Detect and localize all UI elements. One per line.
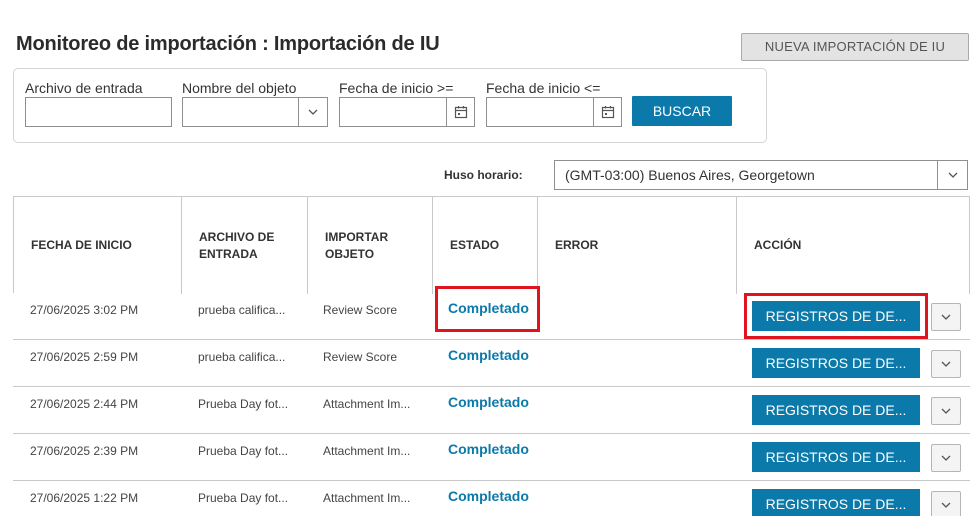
start-date-to-label: Fecha de inicio <= bbox=[486, 80, 601, 96]
view-logs-button[interactable]: REGISTROS DE DE... bbox=[752, 395, 920, 425]
chevron-down-icon[interactable] bbox=[298, 98, 327, 126]
start-date-cell: 27/06/2025 2:39 PM bbox=[30, 444, 139, 458]
table-row: 27/06/2025 2:39 PM Prueba Day fot... Att… bbox=[13, 434, 970, 481]
start-date-from-field[interactable] bbox=[339, 97, 475, 127]
start-date-cell: 27/06/2025 2:44 PM bbox=[30, 397, 139, 411]
column-header-import-object[interactable]: IMPORTAR OBJETO bbox=[308, 197, 433, 294]
import-object-cell: Review Score bbox=[323, 350, 398, 364]
table-row: 27/06/2025 2:44 PM Prueba Day fot... Att… bbox=[13, 387, 970, 434]
row-menu-button[interactable] bbox=[931, 350, 961, 378]
chevron-down-icon bbox=[941, 455, 951, 461]
start-date-from-label: Fecha de inicio >= bbox=[339, 80, 454, 96]
status-cell: Completado bbox=[448, 441, 529, 457]
search-button[interactable]: BUSCAR bbox=[632, 96, 732, 126]
row-menu-button[interactable] bbox=[931, 303, 961, 331]
view-logs-button[interactable]: REGISTROS DE DE... bbox=[752, 489, 920, 516]
timezone-value: (GMT-03:00) Buenos Aires, Georgetown bbox=[565, 167, 815, 183]
view-logs-button[interactable]: REGISTROS DE DE... bbox=[752, 348, 920, 378]
calendar-icon[interactable] bbox=[446, 98, 474, 126]
input-file-cell: Prueba Day fot... bbox=[198, 491, 289, 505]
calendar-icon[interactable] bbox=[593, 98, 621, 126]
row-menu-button[interactable] bbox=[931, 397, 961, 425]
timezone-label: Huso horario: bbox=[444, 168, 523, 182]
import-table: FECHA DE INICIO ARCHIVO DE ENTRADA IMPOR… bbox=[13, 196, 970, 516]
object-name-select[interactable] bbox=[182, 97, 328, 127]
import-object-cell: Attachment Im... bbox=[323, 444, 411, 458]
input-file-cell: prueba califica... bbox=[198, 303, 286, 317]
input-file-label: Archivo de entrada bbox=[25, 80, 143, 96]
table-row: 27/06/2025 2:59 PM prueba califica... Re… bbox=[13, 340, 970, 387]
start-date-cell: 27/06/2025 1:22 PM bbox=[30, 491, 139, 505]
import-object-cell: Review Score bbox=[323, 303, 398, 317]
status-cell: Completado bbox=[448, 488, 529, 504]
column-header-input-file[interactable]: ARCHIVO DE ENTRADA bbox=[182, 197, 308, 294]
start-date-to-field[interactable] bbox=[486, 97, 622, 127]
input-file-cell: prueba califica... bbox=[198, 350, 286, 364]
input-file-cell: Prueba Day fot... bbox=[198, 444, 289, 458]
chevron-down-icon bbox=[941, 314, 951, 320]
view-logs-button[interactable]: REGISTROS DE DE... bbox=[752, 442, 920, 472]
table-row: 27/06/2025 1:22 PM Prueba Day fot... Att… bbox=[13, 481, 970, 516]
page-title: Monitoreo de importación : Importación d… bbox=[16, 33, 440, 55]
column-header-action: ACCIÓN bbox=[737, 197, 970, 294]
object-name-label: Nombre del objeto bbox=[182, 80, 297, 96]
table-header: FECHA DE INICIO ARCHIVO DE ENTRADA IMPOR… bbox=[13, 196, 970, 294]
start-date-cell: 27/06/2025 3:02 PM bbox=[30, 303, 139, 317]
action-highlight-box bbox=[744, 293, 928, 339]
row-menu-button[interactable] bbox=[931, 491, 961, 516]
chevron-down-icon bbox=[941, 408, 951, 414]
chevron-down-icon bbox=[941, 502, 951, 508]
status-highlight-box bbox=[435, 286, 540, 332]
status-cell: Completado bbox=[448, 394, 529, 410]
row-menu-button[interactable] bbox=[931, 444, 961, 472]
status-cell: Completado bbox=[448, 347, 529, 363]
column-header-status[interactable]: ESTADO bbox=[433, 197, 538, 294]
chevron-down-icon bbox=[941, 361, 951, 367]
input-file-cell: Prueba Day fot... bbox=[198, 397, 289, 411]
start-date-cell: 27/06/2025 2:59 PM bbox=[30, 350, 139, 364]
import-object-cell: Attachment Im... bbox=[323, 491, 411, 505]
chevron-down-icon[interactable] bbox=[937, 161, 967, 189]
filter-panel: Archivo de entrada Nombre del objeto Fec… bbox=[13, 68, 767, 143]
new-import-button[interactable]: NUEVA IMPORTACIÓN DE IU bbox=[741, 33, 969, 61]
import-object-cell: Attachment Im... bbox=[323, 397, 411, 411]
input-file-field[interactable] bbox=[25, 97, 172, 127]
column-header-error: ERROR bbox=[538, 197, 737, 294]
column-header-start-date[interactable]: FECHA DE INICIO bbox=[14, 197, 182, 294]
timezone-select[interactable]: (GMT-03:00) Buenos Aires, Georgetown bbox=[554, 160, 968, 190]
